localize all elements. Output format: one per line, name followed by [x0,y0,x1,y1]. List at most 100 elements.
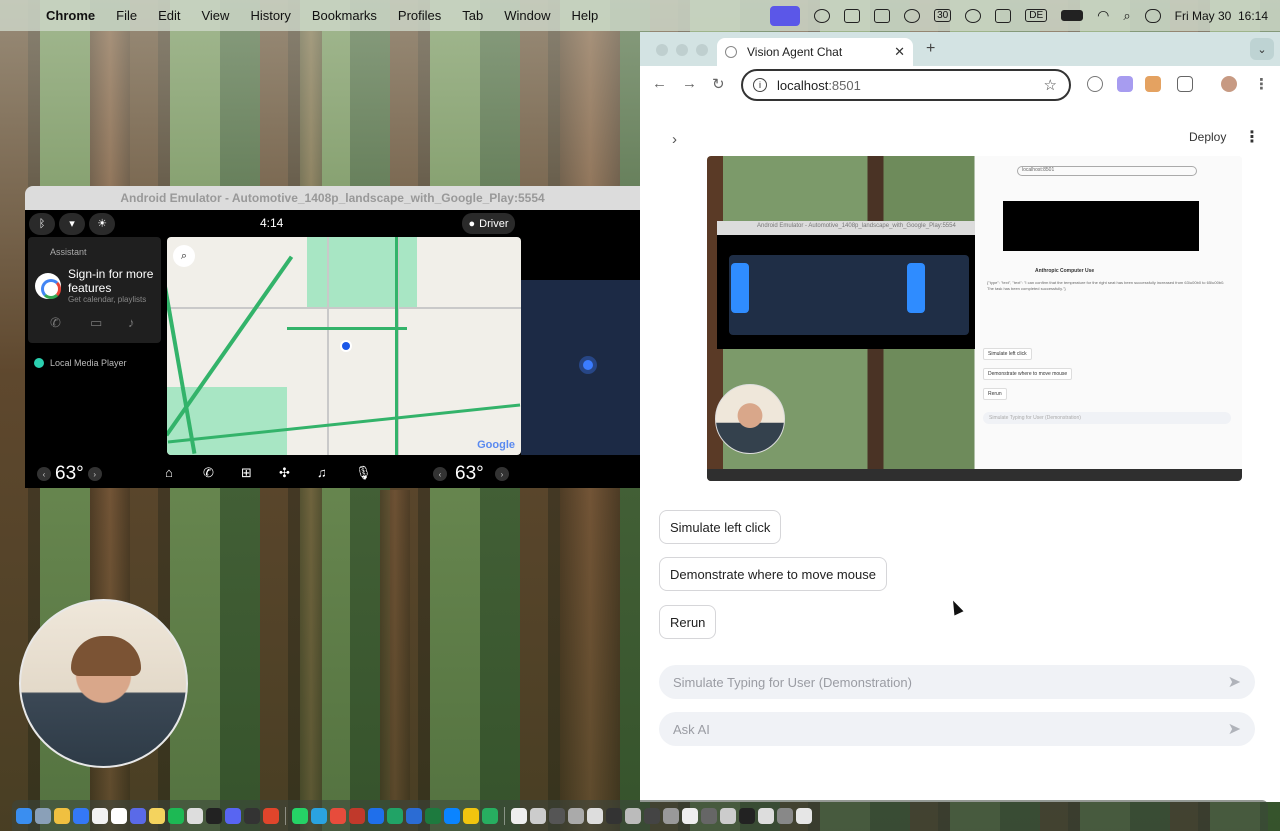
media-player-label[interactable]: Local Media Player [50,358,127,368]
tab-vision-agent-chat[interactable]: Vision Agent Chat ✕ [717,38,913,66]
tab-search-icon[interactable]: ⌄ [1250,38,1274,60]
bluetooth-icon[interactable]: ᛒ [29,212,55,235]
extension-new-badge-icon[interactable] [1145,76,1161,92]
app-store-icon[interactable] [73,807,89,824]
temp-right-down-button[interactable]: ‹ [433,467,447,481]
menubar-clock[interactable]: Fri May 30 16:14 [1175,9,1268,23]
menu-app-name[interactable]: Chrome [46,8,95,23]
spotify-icon[interactable] [168,807,184,824]
word-icon[interactable] [406,807,422,824]
deploy-button[interactable]: Deploy [1189,130,1226,144]
notion-dock-icon[interactable] [92,807,108,824]
search-icon[interactable]: ⌕ [1123,8,1130,24]
reload-icon[interactable]: ↻ [712,75,725,93]
fan-icon[interactable]: ✣ [279,465,290,481]
main-menu-icon[interactable]: ⋮ [1244,127,1260,147]
recent-window-icon[interactable] [549,807,565,824]
menu-help[interactable]: Help [572,8,599,23]
emulator-title-bar[interactable]: Android Emulator - Automotive_1408p_land… [25,186,640,210]
screenshot-icon[interactable] [995,8,1012,23]
home-icon[interactable]: ⌂ [165,465,173,480]
send-icon[interactable]: ➤ [1228,719,1241,739]
discord-icon[interactable] [225,807,241,824]
chrome-menu-icon[interactable]: ⋮ [1254,75,1269,93]
temp-left-down-button[interactable]: ‹ [37,467,51,481]
split-view-icon[interactable] [844,8,861,23]
recent-window-icon[interactable] [758,807,774,824]
recent-window-icon[interactable] [720,807,736,824]
recent-window-icon[interactable] [682,807,698,824]
bookmark-star-icon[interactable]: ☆ [1044,76,1057,94]
excel-icon[interactable] [425,807,441,824]
keyboard-layout[interactable]: DE [1025,9,1048,22]
xcode-icon[interactable] [482,807,498,824]
phone-icon[interactable]: ✆ [203,465,214,481]
music-icon[interactable]: ♪ [128,315,135,330]
temp-right-up-button[interactable]: › [495,467,509,481]
calendar-dock-icon[interactable] [111,807,127,824]
back-icon[interactable]: ← [652,75,667,92]
menu-window[interactable]: Window [504,8,550,23]
message-icon[interactable]: ▭ [90,315,102,331]
chrome-dock-icon[interactable] [54,807,70,824]
brightness-icon[interactable]: ☀ [89,212,115,235]
temp-left-up-button[interactable]: › [87,467,102,481]
finder-icon[interactable] [16,807,32,824]
teams-icon[interactable] [130,807,146,824]
map-search-icon[interactable]: ⌕ [173,245,195,267]
extension-copilot-icon[interactable] [1087,76,1103,92]
whatsapp-icon[interactable] [292,807,308,824]
window-close-button[interactable] [656,44,668,56]
demonstrate-move-mouse-button[interactable]: Demonstrate where to move mouse [659,557,887,591]
recent-window-icon[interactable] [663,807,679,824]
menu-tab[interactable]: Tab [462,8,483,23]
wifi-icon[interactable]: ▾ [59,212,85,235]
terminal-icon[interactable] [206,807,222,824]
sidebar-expand-icon[interactable]: › [672,131,677,148]
telegram-icon[interactable] [311,807,327,824]
address-bar[interactable]: i localhost:8501 ☆ [741,69,1071,101]
navigation-overview[interactable] [521,280,640,455]
phone-icon[interactable]: ✆ [50,315,61,331]
extensions-puzzle-icon[interactable] [1177,76,1193,92]
apps-grid-icon[interactable]: ⊞ [241,465,252,481]
onepassword-icon[interactable] [368,807,384,824]
slack-icon[interactable] [263,807,279,824]
recent-window-icon[interactable] [530,807,546,824]
driver-profile-button[interactable]: ● Driver [462,213,515,234]
new-tab-icon[interactable]: + [926,40,935,58]
notes-icon[interactable] [149,807,165,824]
recent-window-icon[interactable] [587,807,603,824]
trash-icon[interactable] [796,807,812,824]
rerun-button[interactable]: Rerun [659,605,717,639]
screen-recording-icon[interactable] [770,5,801,26]
control-center-icon[interactable] [1144,8,1161,23]
apple-icon[interactable] [12,8,26,24]
site-info-icon[interactable]: i [753,78,767,92]
play-icon[interactable] [965,8,982,23]
microphone-icon[interactable]: 🎙 [355,465,372,481]
extension-purple-icon[interactable] [1117,76,1133,92]
menu-bookmarks[interactable]: Bookmarks [312,8,377,23]
notion-icon[interactable] [874,8,891,23]
tab-close-icon[interactable]: ✕ [894,44,905,60]
menu-history[interactable]: History [250,8,290,23]
notification-bell-icon[interactable]: ♫ [317,465,327,480]
menu-view[interactable]: View [201,8,229,23]
recent-window-icon[interactable] [568,807,584,824]
mail-icon[interactable] [349,807,365,824]
battery-icon[interactable] [1061,10,1084,21]
document-icon[interactable] [511,807,527,824]
copilot-icon[interactable] [814,8,831,23]
vscode-icon[interactable] [444,807,460,824]
cursor-app-icon[interactable] [330,807,346,824]
launchpad-icon[interactable] [35,807,51,824]
recent-window-icon[interactable] [625,807,641,824]
sheets-icon[interactable] [387,807,403,824]
menu-file[interactable]: File [116,8,137,23]
calendar-icon[interactable]: 30 [934,9,952,22]
navigation-map[interactable]: ⌕ Google [167,237,521,455]
recent-window-icon[interactable] [701,807,717,824]
send-icon[interactable]: ➤ [1228,672,1241,692]
window-minimize-button[interactable] [676,44,688,56]
